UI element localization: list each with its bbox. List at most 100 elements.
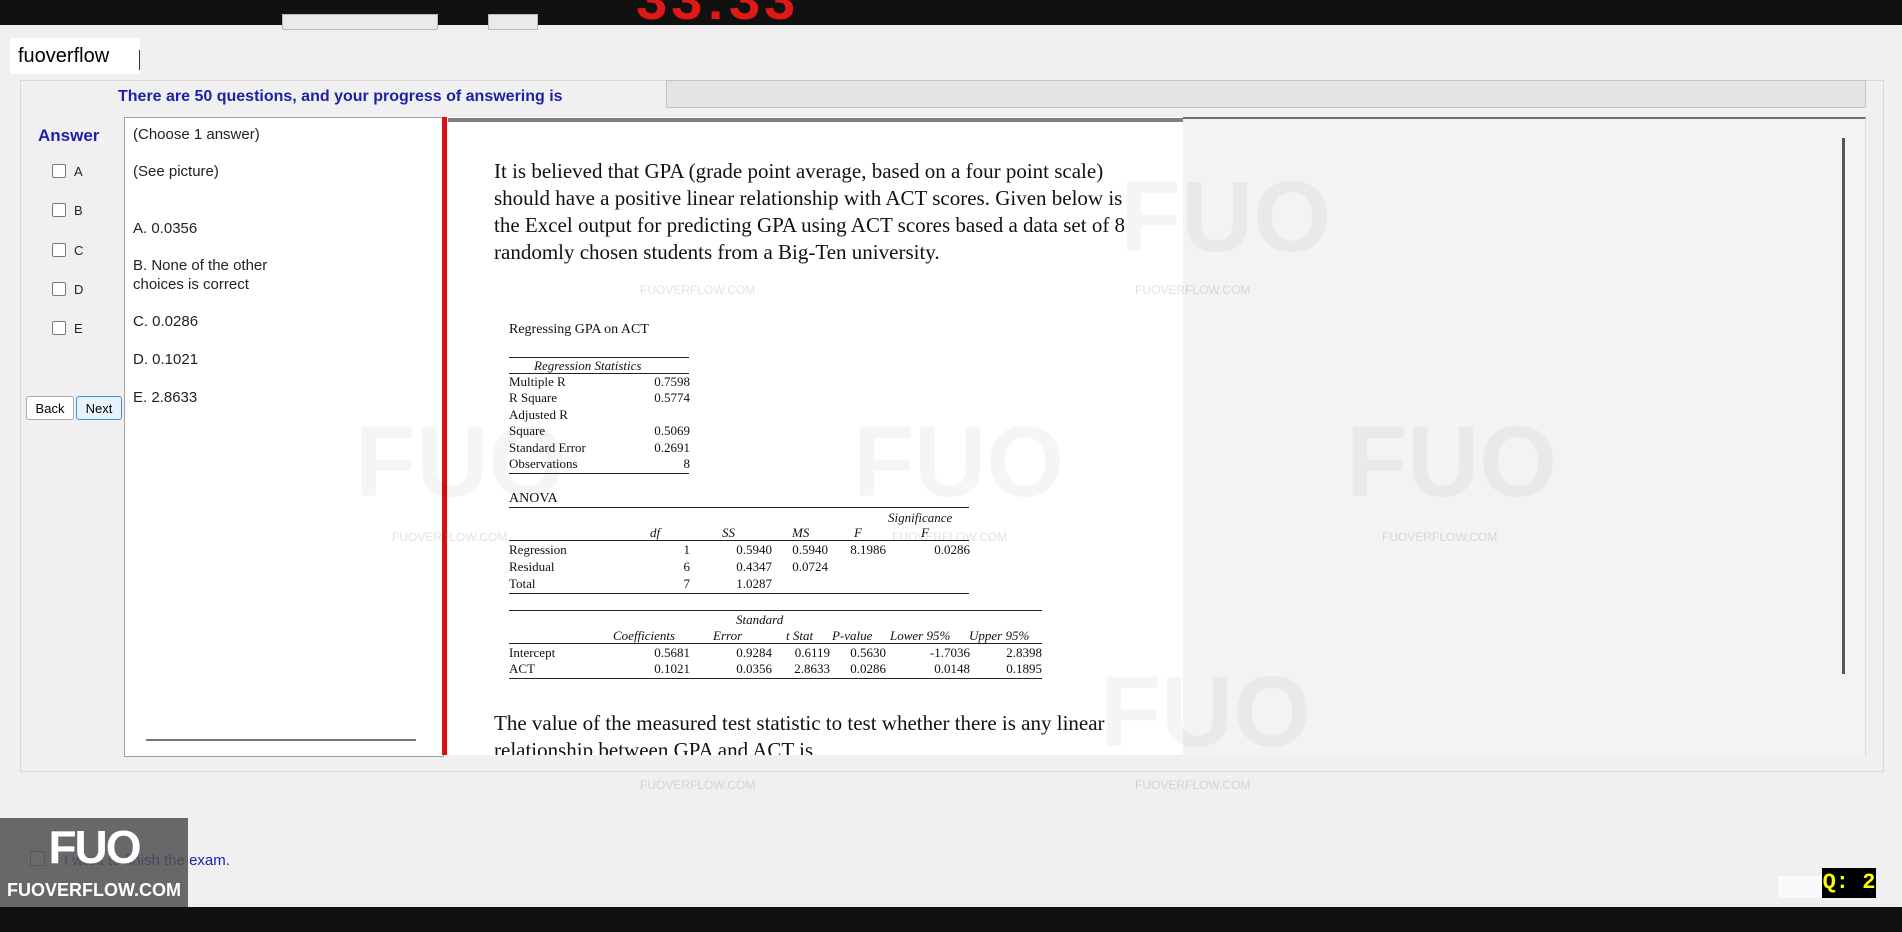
watermark-small: FUOVERFLOW.COM: [392, 530, 508, 544]
logo-text: FUO: [48, 821, 141, 873]
text-cursor: [139, 50, 140, 70]
reg-stat-value: 0.7598: [654, 374, 690, 389]
progress-bar: [666, 80, 1866, 108]
option-b-checkbox[interactable]: B: [52, 200, 83, 220]
coef-p: 0.0286: [850, 661, 886, 676]
question-tail-clip: The value of the measured test statistic…: [448, 700, 1183, 755]
table-rule: [509, 540, 969, 541]
question-tail: The value of the measured test statistic…: [494, 711, 1105, 755]
reg-stat-value: 0.2691: [654, 440, 690, 455]
option-label: A: [74, 163, 83, 179]
anova-header-ss: SS: [722, 525, 735, 540]
choice-d-text: D. 0.1021: [133, 351, 199, 368]
reg-stat-label: Square: [509, 423, 546, 438]
watermark: FUO: [1346, 405, 1557, 520]
checkbox-box[interactable]: [52, 321, 66, 335]
reg-stat-label: Standard Error: [509, 440, 586, 455]
coef-se: 0.0356: [736, 661, 772, 676]
option-e-checkbox[interactable]: E: [52, 318, 83, 338]
checkbox-box[interactable]: [52, 203, 66, 217]
choice-a-text: A. 0.0356: [133, 220, 198, 237]
coef-header-coef: Coefficients: [613, 628, 676, 643]
reg-stat-label: Multiple R: [509, 374, 566, 389]
watermark: FUO: [853, 405, 1064, 520]
reg-stats-header: Regression Statistics: [534, 358, 642, 373]
coef-lower: 0.0148: [934, 661, 970, 676]
reg-stat-value: 0.5069: [654, 423, 690, 438]
option-c-checkbox[interactable]: C: [52, 240, 83, 260]
watermark-small: FUOVERFLOW.COM: [1135, 283, 1251, 297]
horizontal-scrollbar[interactable]: [146, 739, 416, 741]
anova-ss: 1.0287: [736, 576, 772, 591]
choice-e-text: E. 2.8633: [133, 389, 198, 406]
anova-df: 1: [683, 542, 691, 557]
anova-ms: 0.0724: [792, 559, 828, 574]
anova-label: Total: [509, 576, 536, 591]
table-rule: [509, 643, 1042, 644]
coef-header-upper: Upper 95%: [969, 628, 1030, 643]
coef-header-se1: Standard: [736, 612, 784, 627]
checkbox-box[interactable]: [52, 243, 66, 257]
coef-lower: -1.7036: [929, 645, 970, 660]
option-d-checkbox[interactable]: D: [52, 279, 83, 299]
coef-header-se2: Error: [713, 628, 743, 643]
question-intro: It is believed that GPA (grade point ave…: [494, 159, 1126, 264]
top-ghost-button: [488, 14, 538, 30]
anova-df: 6: [683, 559, 691, 574]
question-number-field: [1778, 876, 1828, 898]
watermark-small: FUOVERFLOW.COM: [640, 283, 756, 297]
coef-label: ACT: [509, 661, 535, 676]
table-rule: [509, 473, 689, 474]
coef-t: 2.8633: [794, 661, 830, 676]
coef-upper: 0.1895: [1006, 661, 1042, 676]
image-top-border: [448, 118, 1183, 122]
vertical-scrollbar[interactable]: [1842, 138, 1845, 674]
anova-ss: 0.5940: [736, 542, 772, 557]
reg-stat-value: 0.5774: [654, 390, 690, 405]
reg-stat-label: R Square: [509, 390, 558, 405]
coef-header-p: P-value: [832, 628, 873, 643]
back-button[interactable]: Back: [26, 396, 74, 420]
table-rule: [509, 678, 1042, 679]
progress-text: There are 50 questions, and your progres…: [118, 88, 563, 105]
choice-b-text-line2: choices is correct: [133, 276, 249, 293]
checkbox-box[interactable]: [52, 282, 66, 296]
reg-stat-value: 8: [683, 456, 691, 471]
option-label: E: [74, 320, 83, 336]
bottom-black-bar: [0, 907, 1902, 932]
anova-header-df: df: [650, 525, 661, 540]
anova-sig: 0.0286: [934, 542, 970, 557]
anova-title: ANOVA: [509, 491, 558, 506]
option-a-checkbox[interactable]: A: [52, 161, 83, 181]
question-number-badge: Q: 2: [1822, 868, 1876, 898]
countdown-timer: 33:33: [636, 0, 799, 25]
anova-label: Regression: [509, 542, 567, 557]
top-ghost-field: [282, 14, 438, 30]
choice-b-text-line1: B. None of the other: [133, 257, 268, 274]
coef-upper: 2.8398: [1006, 645, 1042, 660]
checkbox-box[interactable]: [52, 164, 66, 178]
coef-header-lower: Lower 95%: [890, 628, 951, 643]
answer-title: Answer: [38, 126, 100, 145]
option-label: C: [74, 242, 84, 258]
timer-clip: 33:33: [620, 0, 820, 25]
anova-header-sig-f: F: [921, 525, 929, 540]
anova-header-ms: MS: [792, 525, 810, 540]
regression-title: Regressing GPA on ACT: [509, 322, 649, 337]
coef-header-t: t Stat: [786, 628, 814, 643]
table-rule: [509, 593, 969, 594]
reg-stat-label: Observations: [509, 456, 578, 471]
option-label: D: [74, 281, 84, 297]
anova-ss: 0.4347: [736, 559, 772, 574]
anova-df: 7: [683, 576, 691, 591]
watermark-small: FUOVERFLOW.COM: [1135, 778, 1251, 792]
anova-header-sig: Significance: [888, 510, 953, 525]
anova-ms: 0.5940: [792, 542, 828, 557]
see-picture-text: (See picture): [133, 163, 219, 180]
brand-label: fuoverflow: [10, 38, 140, 74]
watermark: FUO: [1120, 160, 1331, 275]
choose-instruction: (Choose 1 answer): [133, 126, 260, 143]
next-button[interactable]: Next: [76, 396, 122, 420]
logo-subtext: FUOVERFLOW.COM: [7, 880, 181, 900]
anova-header-f: F: [854, 525, 862, 540]
